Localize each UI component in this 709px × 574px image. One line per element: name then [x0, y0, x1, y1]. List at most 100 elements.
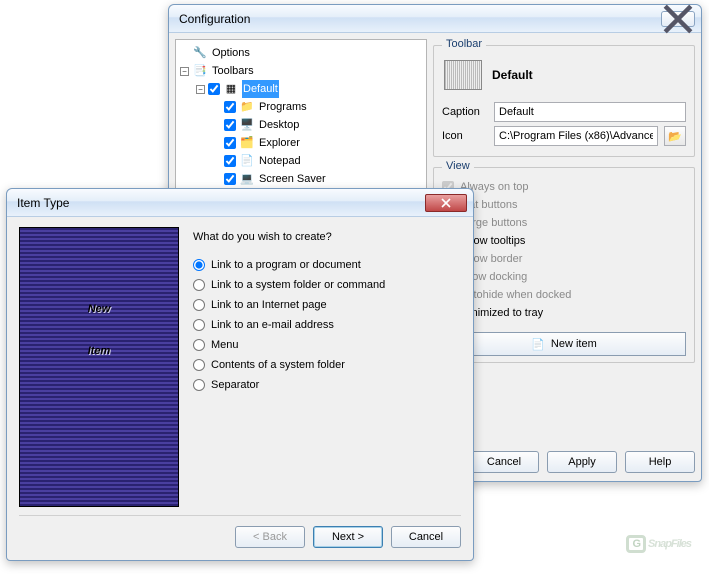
- notepad-icon: 📄: [239, 153, 255, 169]
- tree-label: Notepad: [258, 152, 302, 170]
- toolbar-swatch-icon: [444, 60, 482, 90]
- toolbar-group: Toolbar Default Caption Icon 📂: [433, 45, 695, 157]
- wizard-button-bar: < Back Next > Cancel: [7, 526, 473, 560]
- caption-row: Caption: [442, 102, 686, 122]
- close-icon: [662, 3, 694, 35]
- tree-collapse-icon[interactable]: −: [196, 85, 205, 94]
- back-button: < Back: [235, 526, 305, 548]
- tree-node-default[interactable]: − ▦ Default: [196, 80, 424, 98]
- option-link-sysfolder[interactable]: Link to a system folder or command: [193, 275, 461, 295]
- toolbar-preview: Default: [442, 54, 686, 98]
- wizard-question: What do you wish to create?: [193, 231, 461, 243]
- view-show-tooltips[interactable]: Show tooltips: [442, 232, 686, 250]
- radio[interactable]: [193, 279, 205, 291]
- config-title: Configuration: [179, 12, 661, 26]
- wizard-close-button[interactable]: [425, 194, 467, 212]
- option-link-program[interactable]: Link to a program or document: [193, 255, 461, 275]
- tree-checkbox[interactable]: [224, 119, 236, 131]
- radio[interactable]: [193, 259, 205, 271]
- wizard-title: Item Type: [17, 196, 425, 210]
- item-type-window: Item Type New Item What do you wish to c…: [6, 188, 474, 561]
- tree-label: Desktop: [258, 116, 300, 134]
- view-large-buttons: Large buttons: [442, 214, 686, 232]
- cancel-button[interactable]: Cancel: [391, 526, 461, 548]
- wizard-content: What do you wish to create? Link to a pr…: [193, 227, 461, 507]
- icon-label: Icon: [442, 130, 488, 142]
- icon-row: Icon 📂: [442, 126, 686, 146]
- screensaver-icon: 💻: [239, 171, 255, 187]
- options-icon: 🔧: [192, 45, 208, 61]
- tree-label: Programs: [258, 98, 308, 116]
- wizard-banner-text: New Item: [88, 284, 111, 368]
- separator-line: [19, 515, 461, 516]
- tree-node-programs[interactable]: 📁 Programs: [212, 98, 424, 116]
- radio-label: Contents of a system folder: [211, 355, 345, 375]
- browse-icon-button[interactable]: 📂: [664, 126, 686, 146]
- tree-node-explorer[interactable]: 🗂️ Explorer: [212, 134, 424, 152]
- help-button[interactable]: Help: [625, 451, 695, 473]
- wizard-body: New Item What do you wish to create? Lin…: [7, 217, 473, 515]
- option-link-email[interactable]: Link to an e-mail address: [193, 315, 461, 335]
- tree-checkbox[interactable]: [224, 155, 236, 167]
- toolbar-name: Default: [492, 68, 533, 82]
- view-autohide: Autohide when docked: [442, 286, 686, 304]
- next-button[interactable]: Next >: [313, 526, 383, 548]
- folder-open-icon: 📂: [668, 130, 682, 143]
- radio[interactable]: [193, 299, 205, 311]
- radio-label: Separator: [211, 375, 259, 395]
- tree-node-toolbars[interactable]: − 📑 Toolbars: [180, 62, 424, 80]
- view-allow-docking: Allow docking: [442, 268, 686, 286]
- banner-line: Item: [88, 345, 111, 357]
- watermark-text: SnapFiles: [648, 538, 691, 550]
- caption-input[interactable]: [494, 102, 686, 122]
- view-list: Always on top Flat buttons Large buttons…: [442, 176, 686, 322]
- tree-checkbox[interactable]: [224, 101, 236, 113]
- caption-label: Caption: [442, 106, 488, 118]
- tree-node-notepad[interactable]: 📄 Notepad: [212, 152, 424, 170]
- wizard-banner: New Item: [19, 227, 179, 507]
- tree-label: Explorer: [258, 134, 301, 152]
- radio[interactable]: [193, 319, 205, 331]
- radio[interactable]: [193, 339, 205, 351]
- wizard-titlebar: Item Type: [7, 189, 473, 217]
- group-title: View: [442, 160, 474, 172]
- view-label: Autohide when docked: [460, 286, 571, 304]
- tree-collapse-icon[interactable]: −: [180, 67, 189, 76]
- tree-label: Screen Saver: [258, 170, 327, 188]
- radio[interactable]: [193, 359, 205, 371]
- radio-label: Link to an Internet page: [211, 295, 327, 315]
- view-min-tray[interactable]: Minimized to tray: [442, 304, 686, 322]
- tree-label: Toolbars: [211, 62, 255, 80]
- radio-label: Link to a program or document: [211, 255, 361, 275]
- option-menu[interactable]: Menu: [193, 335, 461, 355]
- tree-checkbox[interactable]: [224, 137, 236, 149]
- new-item-label: New item: [551, 338, 597, 350]
- tree-checkbox[interactable]: [224, 173, 236, 185]
- icon-path-input[interactable]: [494, 126, 658, 146]
- config-titlebar: Configuration: [169, 5, 701, 33]
- explorer-icon: 🗂️: [239, 135, 255, 151]
- watermark: GSnapFiles: [626, 522, 691, 554]
- tree-node-options[interactable]: 🔧 Options: [180, 44, 424, 62]
- radio[interactable]: [193, 379, 205, 391]
- option-separator[interactable]: Separator: [193, 375, 461, 395]
- tree-label: Options: [211, 44, 251, 62]
- config-close-button[interactable]: [661, 11, 695, 27]
- folder-icon: 📁: [239, 99, 255, 115]
- tree-label-selected: Default: [242, 80, 279, 98]
- banner-line: New: [88, 303, 111, 315]
- option-link-internet[interactable]: Link to an Internet page: [193, 295, 461, 315]
- new-item-button[interactable]: 📄 New item: [442, 332, 686, 356]
- radio-label: Link to a system folder or command: [211, 275, 385, 295]
- toolbars-icon: 📑: [192, 63, 208, 79]
- cancel-button[interactable]: Cancel: [469, 451, 539, 473]
- close-icon: [441, 198, 451, 208]
- radio-label: Menu: [211, 335, 239, 355]
- apply-button[interactable]: Apply: [547, 451, 617, 473]
- desktop-icon: 🖥️: [239, 117, 255, 133]
- tree-node-screensaver[interactable]: 💻 Screen Saver: [212, 170, 424, 188]
- option-contents[interactable]: Contents of a system folder: [193, 355, 461, 375]
- tree-checkbox[interactable]: [208, 83, 220, 95]
- tree-node-desktop[interactable]: 🖥️ Desktop: [212, 116, 424, 134]
- view-flat-buttons: Flat buttons: [442, 196, 686, 214]
